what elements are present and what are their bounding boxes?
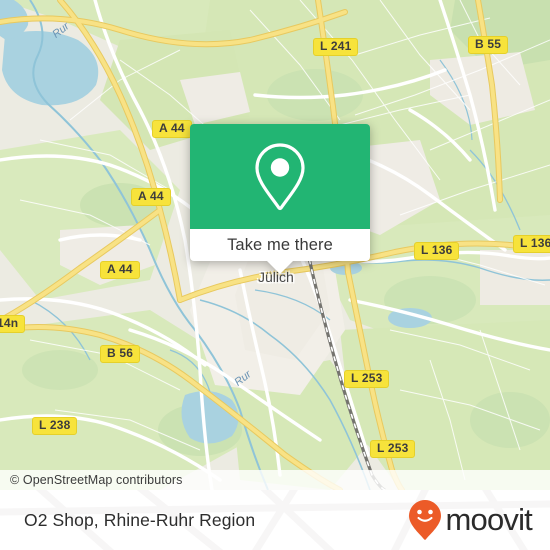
page-title: O2 Shop, Rhine-Ruhr Region (24, 509, 256, 530)
road-shield: L 136 (414, 242, 460, 260)
road-shield: L 253 (344, 370, 390, 388)
road-shield: B 56 (100, 345, 141, 363)
road-shield: L 136 (513, 235, 550, 253)
map-screenshot: L 241 B 55 A 44 A 44 A 44 L 136 L 136 14… (0, 0, 550, 550)
popup-footer[interactable]: Take me there (190, 229, 370, 261)
moovit-wordmark: moovit (445, 502, 532, 537)
moovit-smiley-pin-icon (409, 500, 442, 540)
location-pin-icon (255, 142, 305, 210)
road-shield: L 253 (370, 440, 416, 458)
road-shield: A 44 (131, 188, 171, 206)
take-me-there-label: Take me there (227, 235, 333, 254)
moovit-logo[interactable]: moovit (408, 499, 533, 541)
road-shield: L 238 (32, 417, 78, 435)
popup-pointer (267, 261, 293, 274)
road-shield: L 241 (313, 38, 359, 56)
road-shield: B 55 (468, 36, 509, 54)
road-shield: A 44 (100, 261, 140, 279)
footer-bar: O2 Shop, Rhine-Ruhr Region moovit (0, 490, 550, 550)
road-shield: A 44 (152, 120, 192, 138)
popup-header (190, 124, 370, 229)
location-popup-card[interactable]: Take me there (190, 124, 370, 274)
osm-attribution: © OpenStreetMap contributors (0, 470, 550, 490)
road-shield: 14n (0, 315, 26, 333)
